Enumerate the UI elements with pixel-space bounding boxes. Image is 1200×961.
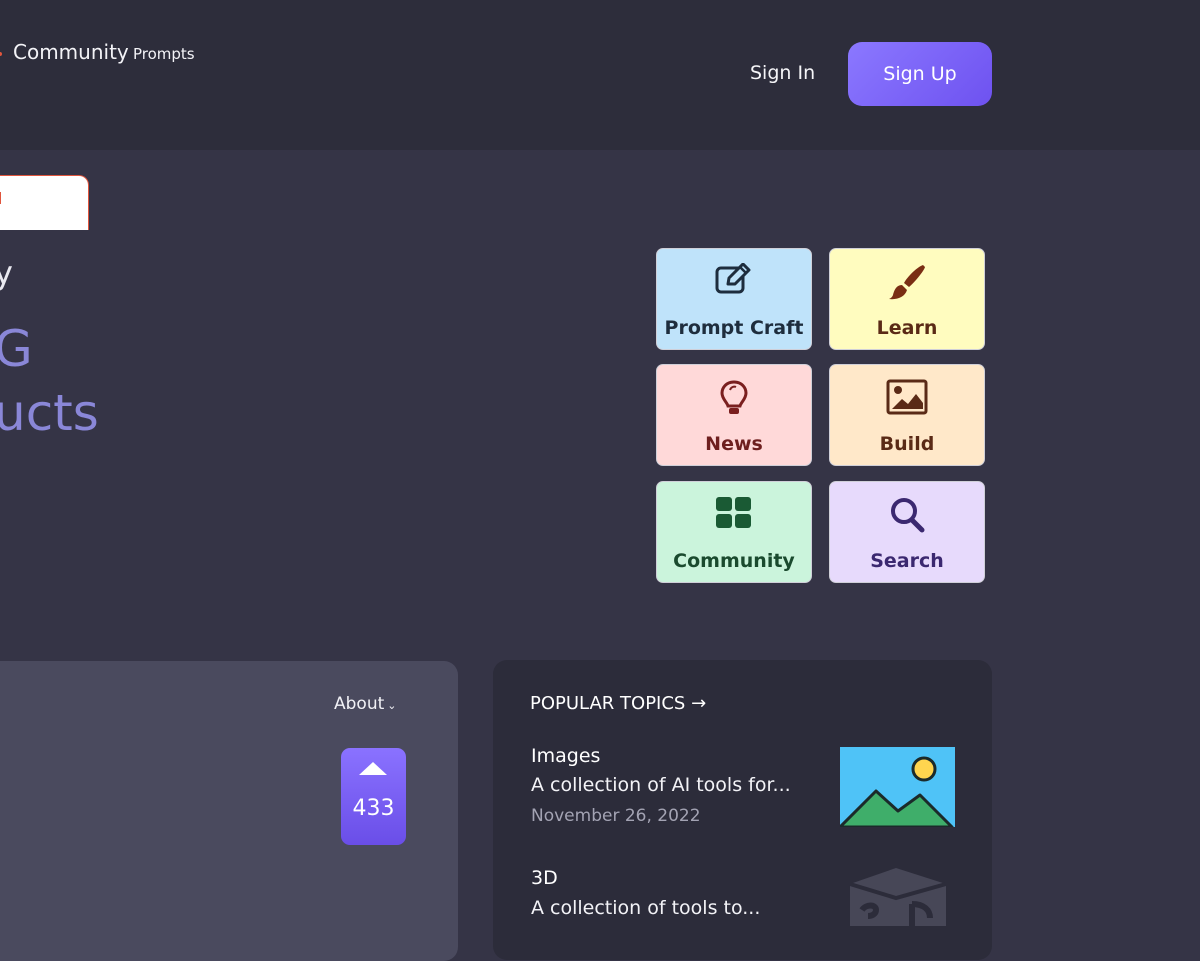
images-thumbnail[interactable] (838, 747, 955, 829)
topic-title[interactable]: Images (531, 745, 600, 767)
tile-learn[interactable]: Learn (829, 248, 985, 350)
topic-title[interactable]: 3D (531, 867, 558, 889)
top-header: Community Prompts Sign In Sign Up (0, 0, 1200, 150)
tile-label: Community (673, 550, 795, 572)
image-icon (830, 379, 984, 415)
paintbrush-icon (830, 263, 984, 301)
hero-heading-line2: G (0, 320, 33, 378)
brand-name[interactable]: Community (13, 40, 129, 64)
about-dropdown[interactable]: About ⌄ (334, 694, 396, 714)
vote-count: 433 (352, 796, 395, 821)
topic-description[interactable]: A collection of tools to... (531, 897, 760, 919)
grid-icon (657, 496, 811, 530)
tile-label: Learn (876, 317, 938, 339)
sign-in-link[interactable]: Sign In (750, 62, 815, 84)
tile-search[interactable]: Search (829, 481, 985, 583)
arrow-up-icon (359, 762, 387, 775)
cube-3d-icon[interactable] (842, 866, 952, 926)
sign-up-button[interactable]: Sign Up (848, 42, 992, 106)
logo-mark (0, 52, 2, 56)
about-label: About (334, 694, 385, 714)
edit-icon (657, 263, 811, 299)
hero-heading-line1: y (0, 254, 13, 292)
topic-date: November 26, 2022 (531, 806, 701, 826)
tile-build[interactable]: Build (829, 364, 985, 466)
lightbulb-icon (657, 379, 811, 417)
tile-news[interactable]: News (656, 364, 812, 466)
tile-label: Build (879, 433, 935, 455)
hero-heading-line3: ucts (0, 384, 99, 442)
hero-badge (0, 175, 89, 230)
tile-label: News (705, 433, 763, 455)
tile-label: Prompt Craft (664, 317, 804, 339)
tile-community[interactable]: Community (656, 481, 812, 583)
badge-mark (0, 192, 1, 204)
search-icon (830, 496, 984, 534)
popular-topics-link[interactable]: POPULAR TOPICS → (530, 693, 706, 714)
chevron-down-icon: ⌄ (387, 699, 397, 712)
topic-description[interactable]: A collection of AI tools for... (531, 774, 791, 796)
upvote-button[interactable]: 433 (341, 748, 406, 845)
brand-subtitle[interactable]: Prompts (133, 45, 195, 63)
tile-prompt-craft[interactable]: Prompt Craft (656, 248, 812, 350)
tile-label: Search (870, 550, 944, 572)
